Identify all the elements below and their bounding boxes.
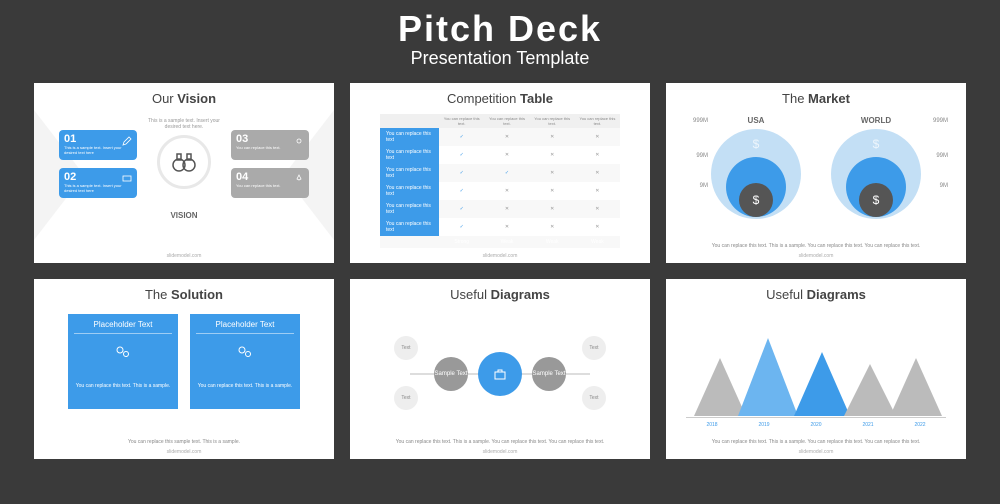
slide-market: The Market 999M 99M 9M 999M 99M 9M USA$$…: [666, 83, 966, 263]
pencil-icon: [122, 136, 132, 146]
screen-icon: [122, 174, 132, 184]
slide-vision: Our Vision This is a sample text. Insert…: [34, 83, 334, 263]
gears-icon: [115, 344, 131, 360]
header: Pitch Deck Presentation Template: [0, 0, 1000, 75]
solution-box-2: Placeholder TextYou can replace this tex…: [190, 314, 300, 409]
vision-card-4: 04You can replace this text.: [231, 168, 309, 198]
gears-icon: [237, 344, 253, 360]
dollar-icon: $: [859, 183, 893, 217]
main-title: Pitch Deck: [0, 8, 1000, 50]
vision-card-1: 01This is a sample text. Insert your des…: [59, 130, 137, 160]
slide-diagram-flow: Useful Diagrams Text Text Text Text Samp…: [350, 279, 650, 459]
briefcase-icon: [493, 367, 507, 381]
main-subtitle: Presentation Template: [0, 48, 1000, 69]
slide-grid: Our Vision This is a sample text. Insert…: [0, 75, 1000, 467]
vision-card-3: 03You can replace this text.: [231, 130, 309, 160]
center-icon: [478, 352, 522, 396]
gear-icon: [294, 136, 304, 146]
triangle-chart: 20182019202020212022: [686, 318, 946, 428]
dollar-icon: $: [739, 183, 773, 217]
slide-competition: Competition Table You can replace this t…: [350, 83, 650, 263]
binoculars-icon: [170, 148, 198, 176]
slide-diagram-triangles: Useful Diagrams 20182019202020212022 You…: [666, 279, 966, 459]
vision-center-icon: [157, 135, 211, 189]
competition-table: You can replace this text.You can replac…: [380, 114, 620, 248]
solution-box-1: Placeholder TextYou can replace this tex…: [68, 314, 178, 409]
slide-solution: The Solution Placeholder TextYou can rep…: [34, 279, 334, 459]
vision-card-2: 02This is a sample text. Insert your des…: [59, 168, 137, 198]
rocket-icon: [294, 174, 304, 184]
